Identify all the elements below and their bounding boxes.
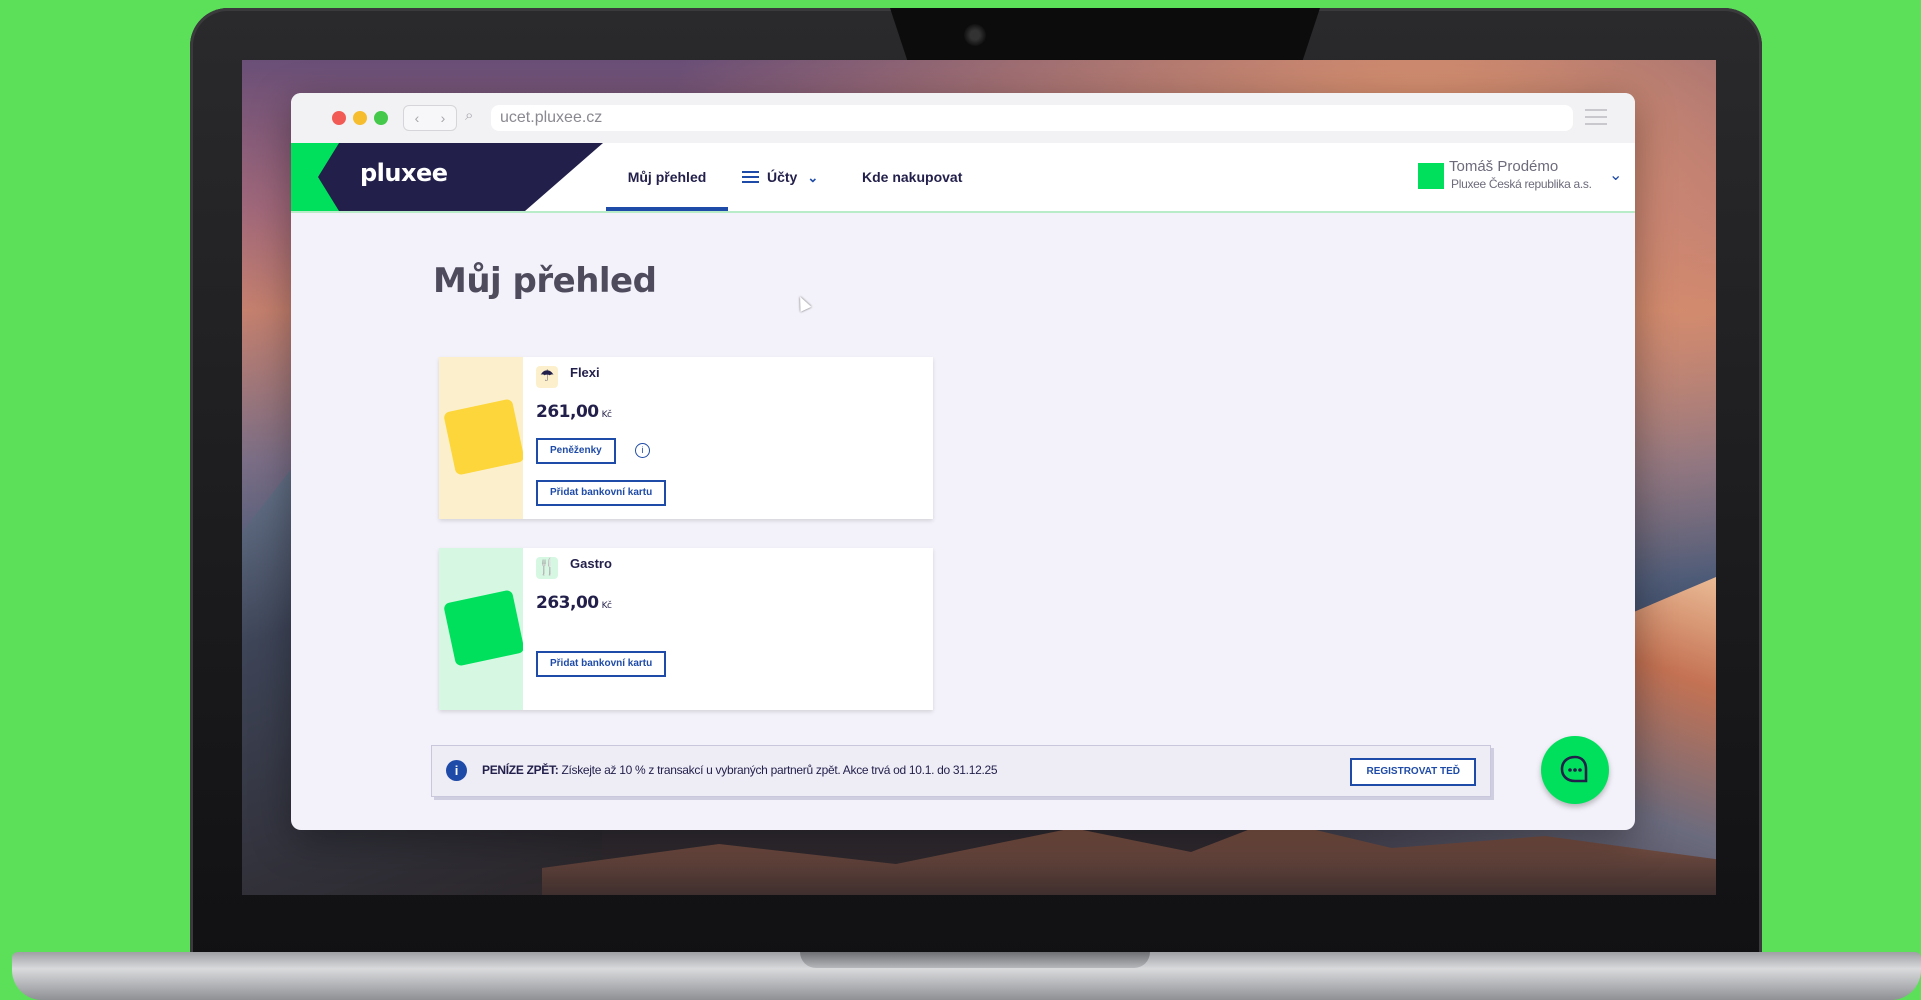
cashback-promo-banner: i PENÍZE ZPĚT: Získejte až 10 % z transa… bbox=[431, 745, 1491, 797]
minimize-window-button[interactable] bbox=[353, 111, 367, 125]
payment-card-icon bbox=[443, 398, 523, 476]
app-header: pluxee Můj přehled Účty ⌄ Kde nakupovat T… bbox=[291, 143, 1635, 213]
chat-bubble-icon bbox=[1560, 755, 1588, 783]
add-bank-card-button[interactable]: Přidat bankovní kartu bbox=[536, 480, 667, 506]
info-icon[interactable]: i bbox=[635, 443, 650, 458]
pluxee-logo[interactable]: pluxee bbox=[360, 159, 448, 187]
card-balance: 261,00 Kč bbox=[536, 402, 612, 422]
maximize-window-button[interactable] bbox=[374, 111, 388, 125]
wallets-button[interactable]: Peněženky bbox=[536, 438, 616, 464]
user-company: Pluxee Česká republika a.s. bbox=[1451, 177, 1592, 191]
card-balance: 263,00 Kč bbox=[536, 593, 612, 613]
address-bar[interactable]: ucet.pluxee.cz bbox=[491, 105, 1573, 131]
forward-icon[interactable]: › bbox=[441, 110, 446, 126]
card-visual bbox=[439, 357, 523, 519]
browser-toolbar: ‹ › ⌕ ucet.pluxee.cz bbox=[291, 93, 1635, 144]
browser-menu-icon[interactable] bbox=[1585, 109, 1607, 130]
account-card-flexi[interactable]: ☂ Flexi 261,00 Kč Peněženky i Přidat bank… bbox=[439, 357, 933, 519]
avatar[interactable] bbox=[1418, 163, 1444, 189]
nav-accounts-label: Účty bbox=[767, 169, 798, 185]
balance-value: 263,00 bbox=[536, 593, 599, 613]
browser-window: ‹ › ⌕ ucet.pluxee.cz pluxee Můj přehled … bbox=[291, 93, 1635, 830]
back-icon[interactable]: ‹ bbox=[415, 110, 420, 126]
mouse-cursor-icon bbox=[794, 294, 812, 312]
search-icon: ⌕ bbox=[465, 107, 474, 124]
laptop-notch bbox=[890, 8, 1320, 60]
page-title: Můj přehled bbox=[433, 261, 657, 301]
currency: Kč bbox=[601, 601, 612, 611]
card-title: Gastro bbox=[570, 556, 612, 571]
info-icon: i bbox=[446, 760, 467, 781]
camera-icon bbox=[964, 24, 986, 46]
hamburger-icon bbox=[742, 168, 759, 186]
chevron-down-icon: ⌄ bbox=[807, 170, 819, 185]
laptop-base-groove bbox=[800, 952, 1150, 968]
promo-label: PENÍZE ZPĚT: bbox=[482, 763, 559, 777]
user-name[interactable]: Tomáš Prodémo bbox=[1449, 158, 1558, 175]
promo-text: PENÍZE ZPĚT: Získejte až 10 % z transakc… bbox=[482, 763, 998, 777]
card-title: Flexi bbox=[570, 365, 600, 380]
user-menu-chevron-icon[interactable]: ⌄ bbox=[1609, 165, 1622, 185]
payment-card-icon bbox=[443, 589, 523, 667]
promo-description: Získejte až 10 % z transakcí u vybraných… bbox=[558, 763, 998, 777]
card-visual bbox=[439, 548, 523, 710]
nav-where-to-shop[interactable]: Kde nakupovat bbox=[862, 143, 962, 211]
nav-my-overview[interactable]: Můj přehled bbox=[606, 143, 728, 211]
balance-value: 261,00 bbox=[536, 402, 599, 422]
add-bank-card-button[interactable]: Přidat bankovní kartu bbox=[536, 651, 667, 677]
close-window-button[interactable] bbox=[332, 111, 346, 125]
nav-accounts[interactable]: Účty ⌄ bbox=[742, 143, 818, 211]
register-now-button[interactable]: REGISTROVAT TEĎ bbox=[1350, 758, 1476, 786]
cutlery-icon: 🍴 bbox=[536, 557, 558, 579]
umbrella-icon: ☂ bbox=[536, 366, 558, 388]
account-card-gastro[interactable]: 🍴 Gastro 263,00 Kč Přidat bankovní kartu bbox=[439, 548, 933, 710]
chat-button[interactable] bbox=[1541, 736, 1609, 804]
history-nav: ‹ › bbox=[403, 105, 457, 131]
currency: Kč bbox=[601, 410, 612, 420]
